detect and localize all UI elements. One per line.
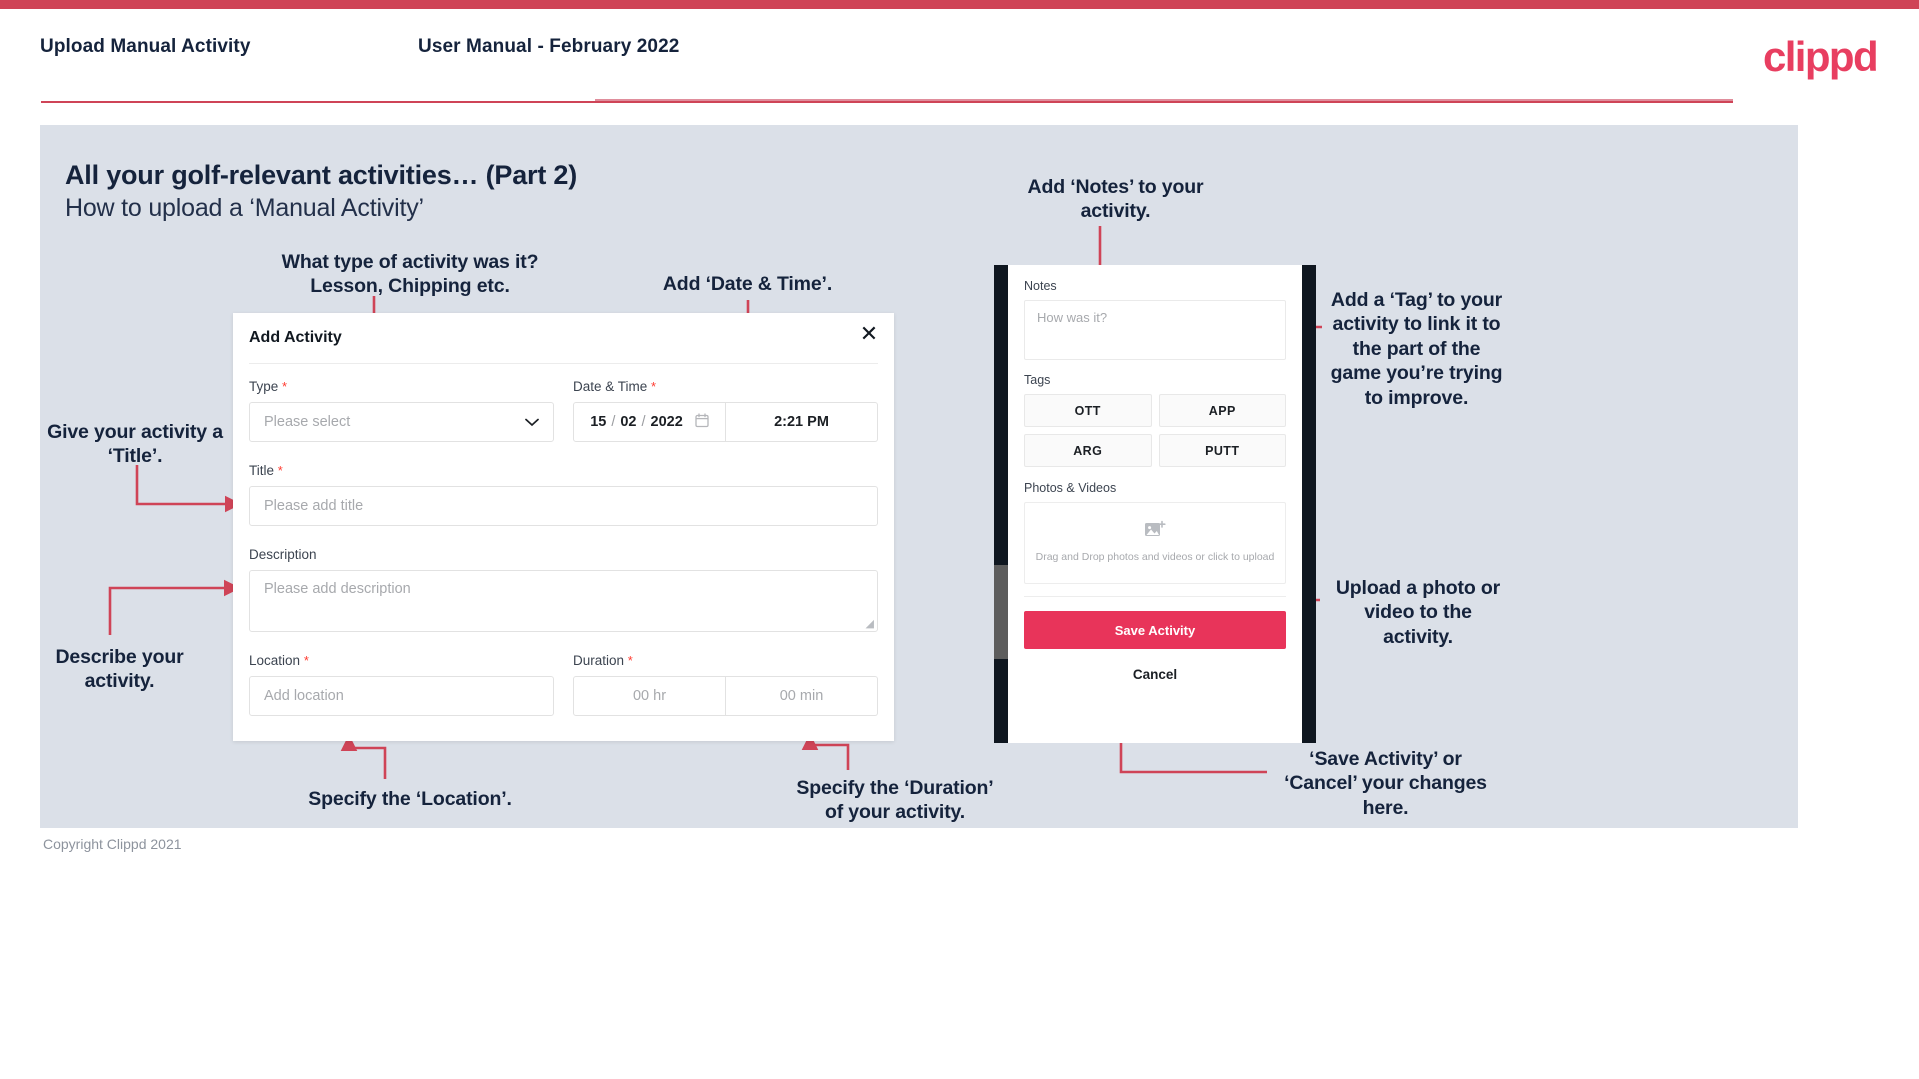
header-divider-light	[595, 99, 1733, 101]
phone-divider	[1024, 596, 1286, 597]
dialog-title: Add Activity	[249, 329, 342, 346]
title-label: Title *	[249, 463, 878, 478]
duration-hours-input[interactable]: 00 hr	[573, 676, 726, 716]
tag-button-ott[interactable]: OTT	[1024, 394, 1152, 427]
duration-required-asterisk: *	[627, 653, 633, 668]
photos-videos-label: Photos & Videos	[1024, 481, 1117, 495]
clippd-logo: clippd	[1762, 33, 1879, 80]
datetime-label-text: Date & Time	[573, 379, 648, 394]
location-label-text: Location	[249, 653, 301, 668]
header-subtitle: User Manual - February 2022	[418, 36, 680, 57]
datetime-required-asterisk: *	[651, 379, 657, 394]
annotation-tags: Add a ‘Tag’ to your activity to link it t…	[1330, 289, 1503, 409]
dialog-divider	[249, 363, 878, 364]
date-month: 02	[620, 414, 637, 430]
type-label: Type *	[249, 379, 554, 394]
date-sep-2: /	[641, 414, 646, 430]
phone-right-edge	[1302, 265, 1316, 743]
phone-left-edge	[994, 265, 1008, 743]
copyright-footer: Copyright Clippd 2021	[43, 836, 182, 852]
location-required-asterisk: *	[303, 653, 309, 668]
duration-label-text: Duration	[573, 653, 625, 668]
cancel-button[interactable]: Cancel	[1008, 667, 1302, 682]
dropzone-text: Drag and Drop photos and videos or click…	[1035, 551, 1275, 564]
datetime-label: Date & Time *	[573, 379, 878, 394]
date-sep-1: /	[611, 414, 616, 430]
annotation-type: What type of activity was it? Lesson, Chi…	[281, 251, 539, 298]
type-field-group: Type * Please select	[249, 379, 554, 442]
location-label: Location *	[249, 653, 554, 668]
annotation-location: Specify the ‘Location’.	[308, 788, 512, 810]
description-field-group: Description Please add description ◢	[249, 547, 878, 632]
tags-label: Tags	[1024, 373, 1051, 387]
date-input[interactable]: 15 / 02 / 2022	[573, 402, 726, 442]
dropzone[interactable]: Drag and Drop photos and videos or click…	[1024, 502, 1286, 584]
notes-input[interactable]: How was it?	[1024, 300, 1286, 360]
close-icon[interactable]: ✕	[856, 321, 882, 347]
annotation-upload: Upload a photo or video to the activity.	[1335, 577, 1501, 648]
page-subtitle: How to upload a ‘Manual Activity’	[65, 194, 424, 222]
duration-minutes-input[interactable]: 00 min	[726, 676, 878, 716]
page-title: All your golf-relevant activities… (Part…	[65, 160, 578, 190]
type-placeholder: Please select	[264, 414, 351, 430]
title-placeholder: Please add title	[264, 498, 364, 514]
description-textarea[interactable]: Please add description ◢	[249, 570, 878, 632]
volume-button[interactable]	[994, 565, 1008, 659]
tags-grid: OTT APP ARG PUTT	[1024, 394, 1286, 467]
top-accent-bar	[0, 0, 1919, 9]
datetime-field-group: Date & Time * 15 / 02 / 2022 2:21 PM	[573, 379, 878, 442]
add-activity-dialog: Add Activity ✕ Type * Please select Date…	[233, 313, 894, 741]
save-activity-button[interactable]: Save Activity	[1024, 611, 1286, 649]
duration-field-group: Duration * 00 hr 00 min	[573, 653, 878, 716]
description-placeholder: Please add description	[264, 581, 411, 597]
title-label-text: Title	[249, 463, 275, 478]
annotation-duration: Specify the ‘Duration’ of your activity.	[796, 777, 994, 824]
annotation-save-cancel: ‘Save Activity’ or ‘Cancel’ your changes h…	[1284, 748, 1487, 819]
duration-label: Duration *	[573, 653, 878, 668]
description-label: Description	[249, 547, 878, 562]
time-input[interactable]: 2:21 PM	[726, 402, 878, 442]
chevron-down-icon	[525, 414, 539, 430]
title-required-asterisk: *	[277, 463, 283, 478]
title-field-group: Title * Please add title	[249, 463, 878, 526]
date-year: 2022	[650, 414, 683, 430]
date-day: 15	[590, 414, 607, 430]
location-field-group: Location * Add location	[249, 653, 554, 716]
description-label-text: Description	[249, 547, 317, 562]
type-required-asterisk: *	[282, 379, 288, 394]
tag-button-putt[interactable]: PUTT	[1158, 434, 1286, 467]
calendar-icon[interactable]	[695, 412, 709, 432]
tag-button-app[interactable]: APP	[1158, 394, 1286, 427]
type-label-text: Type	[249, 379, 279, 394]
tag-button-arg[interactable]: ARG	[1024, 434, 1152, 467]
phone-screen: Notes How was it? Tags OTT APP ARG PUTT …	[1008, 265, 1302, 743]
title-input[interactable]: Please add title	[249, 486, 878, 526]
slide-page: Upload Manual Activity User Manual - Feb…	[0, 0, 1919, 1079]
annotation-notes: Add ‘Notes’ to your activity.	[1027, 176, 1204, 223]
type-select[interactable]: Please select	[249, 402, 554, 442]
annotation-description: Describe your activity.	[55, 646, 184, 693]
resize-grip-icon[interactable]: ◢	[866, 617, 874, 630]
add-image-icon	[1144, 520, 1166, 544]
location-input[interactable]: Add location	[249, 676, 554, 716]
header-divider	[41, 101, 1733, 103]
notes-label: Notes	[1024, 279, 1057, 293]
phone-mockup: Notes How was it? Tags OTT APP ARG PUTT …	[994, 265, 1316, 743]
annotation-datetime: Add ‘Date & Time’.	[662, 273, 833, 295]
notes-placeholder: How was it?	[1037, 310, 1108, 325]
header-title: Upload Manual Activity	[40, 36, 251, 57]
annotation-title: Give your activity a ‘Title’.	[47, 421, 223, 468]
location-placeholder: Add location	[264, 688, 344, 704]
